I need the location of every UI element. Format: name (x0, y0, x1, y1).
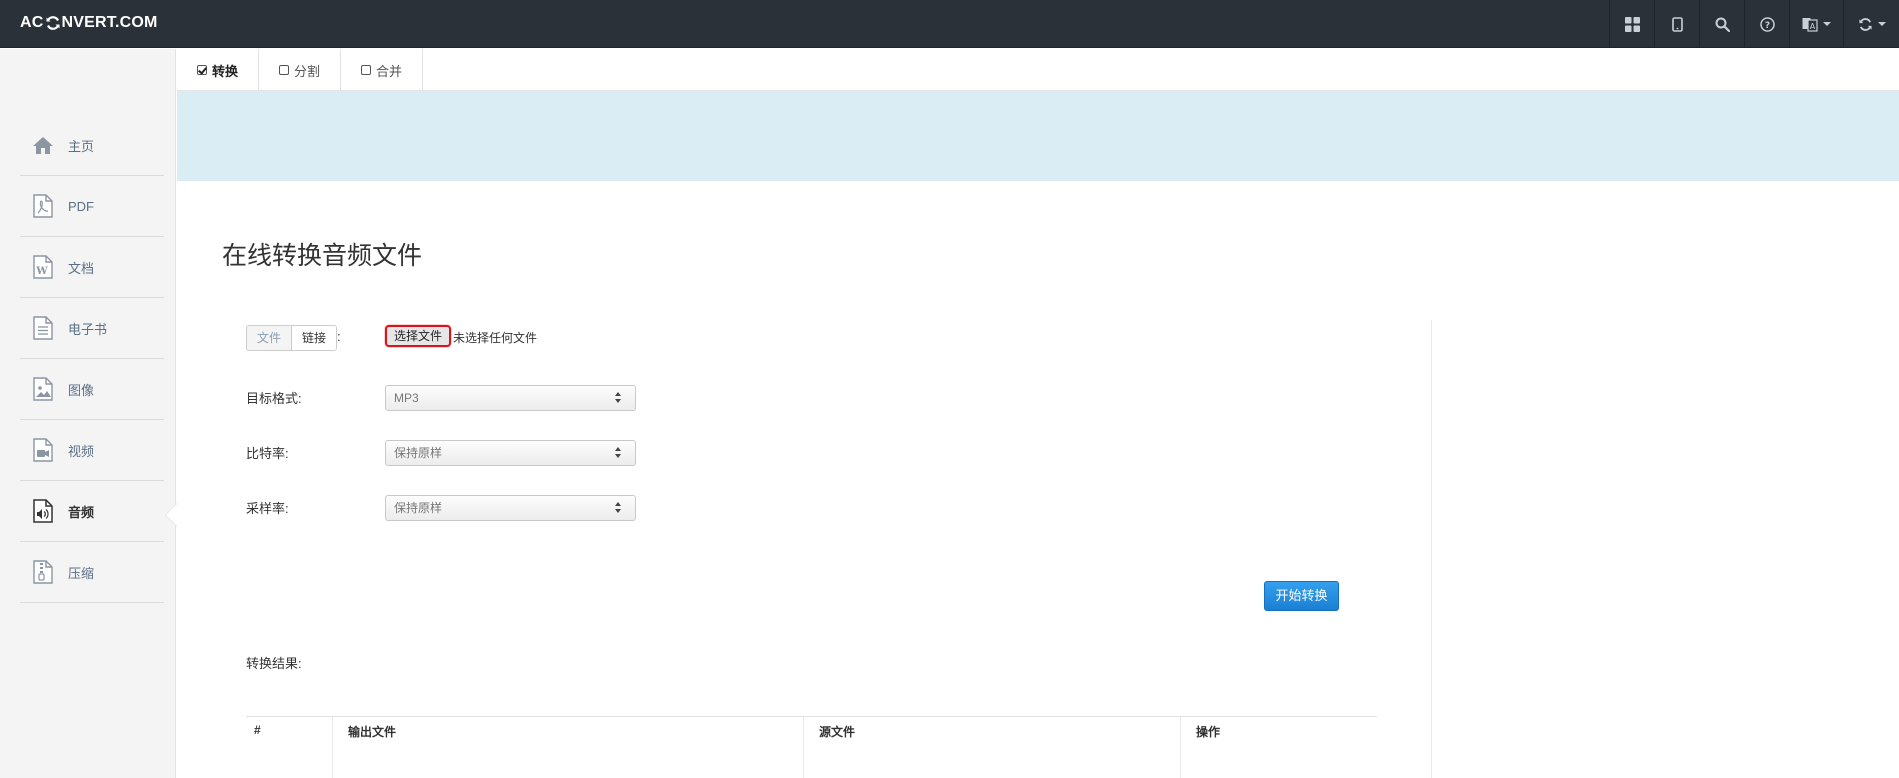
source-link-option[interactable]: 链接 (292, 326, 337, 350)
sidebar-item-audio[interactable]: 音频 (20, 481, 164, 542)
bitrate-label: 比特率: (246, 446, 289, 461)
word-file-icon: W (32, 255, 54, 279)
content-divider (1431, 320, 1432, 778)
sample-rate-label: 采样率: (246, 501, 289, 516)
language-caret-icon (1823, 22, 1831, 26)
result-label: 转换结果: (246, 656, 302, 671)
select-arrows-icon (615, 392, 621, 404)
table-header-actions: 操作 (1196, 725, 1221, 739)
source-toggle: 文件 链接 (246, 325, 338, 351)
ad-banner-area (177, 91, 1899, 181)
brand-logo[interactable]: AC NVERT.COM (20, 14, 158, 32)
help-icon[interactable]: ? (1744, 0, 1789, 48)
brand-text-left: AC (20, 14, 44, 31)
archive-file-icon (32, 560, 54, 584)
sidebar-item-ebook[interactable]: 电子书 (20, 298, 164, 359)
language-icon[interactable]: A (1789, 0, 1843, 48)
table-header-output-file: 输出文件 (348, 725, 397, 739)
active-pointer (166, 504, 177, 526)
sidebar-item-pdf[interactable]: PDF (20, 176, 164, 237)
tab-merge[interactable]: 合并 (341, 49, 424, 91)
results-table-border (246, 716, 1377, 717)
checkbox-empty-icon (279, 65, 290, 75)
table-header-index: # (254, 723, 261, 737)
pdf-file-icon (32, 194, 54, 218)
select-arrows-icon (615, 502, 621, 514)
choose-file-button[interactable]: 选择文件 (385, 325, 452, 347)
sidebar-item-archive[interactable]: 压缩 (20, 542, 164, 603)
tab-label: 合并 (376, 63, 403, 79)
audio-file-icon (32, 499, 54, 523)
sample-rate-select[interactable]: 保持原样 (385, 495, 636, 521)
sidebar-menu: 主页 PDF W 文档 电子书 图像 视频 音频 压缩 (20, 115, 164, 603)
tab-convert[interactable]: 转换 (177, 49, 260, 91)
sidebar-item-label: 图像 (68, 382, 95, 398)
tab-label: 转换 (212, 63, 239, 79)
table-header-separator (332, 717, 333, 778)
select-value: 保持原样 (394, 446, 443, 460)
sidebar-item-label: PDF (68, 198, 94, 214)
sidebar-item-label: 主页 (68, 138, 95, 154)
refresh-icon[interactable] (1843, 0, 1899, 48)
sidebar-item-label: 音频 (68, 504, 95, 520)
select-value: 保持原样 (394, 501, 443, 515)
search-icon[interactable] (1699, 0, 1744, 48)
no-file-chosen-text: 未选择任何文件 (453, 331, 538, 345)
sidebar-item-label: 电子书 (68, 321, 108, 337)
target-format-label: 目标格式: (246, 391, 302, 406)
table-header-source-file: 源文件 (819, 725, 856, 739)
tablet-icon[interactable] (1654, 0, 1699, 48)
select-arrows-icon (615, 447, 621, 459)
select-value: MP3 (394, 391, 419, 405)
source-colon: : (337, 329, 341, 344)
sidebar-item-home[interactable]: 主页 (20, 115, 164, 176)
tool-tabs: 转换 分割 合并 (177, 49, 424, 91)
checkbox-empty-icon (361, 65, 372, 75)
table-header-separator (803, 717, 804, 778)
table-header-separator (1180, 717, 1181, 778)
sidebar-item-image[interactable]: 图像 (20, 359, 164, 420)
checkbox-checked-icon (197, 65, 207, 75)
sidebar: 主页 PDF W 文档 电子书 图像 视频 音频 压缩 (0, 49, 176, 778)
svg-text:?: ? (1764, 21, 1769, 31)
image-file-icon (32, 377, 54, 401)
brand-text-right: NVERT.COM (61, 14, 158, 31)
tab-label: 分割 (294, 63, 321, 79)
sidebar-item-label: 视频 (68, 443, 95, 459)
sidebar-item-label: 压缩 (68, 565, 95, 581)
refresh-caret-icon (1877, 22, 1886, 26)
top-navbar: AC NVERT.COM ? A (0, 0, 1899, 48)
sidebar-item-video[interactable]: 视频 (20, 420, 164, 481)
sidebar-item-label: 文档 (68, 260, 95, 276)
brand-refresh-glyph (45, 15, 61, 31)
start-convert-button[interactable]: 开始转换 (1264, 581, 1339, 611)
top-icon-bar: ? A (1609, 0, 1899, 48)
source-file-option[interactable]: 文件 (247, 326, 293, 350)
tab-split[interactable]: 分割 (259, 49, 342, 91)
target-format-select[interactable]: MP3 (385, 385, 636, 411)
home-icon (32, 133, 54, 157)
svg-text:A: A (1810, 22, 1816, 31)
ebook-file-icon (32, 316, 54, 340)
video-file-icon (32, 438, 54, 462)
grid-icon[interactable] (1609, 0, 1654, 48)
svg-text:W: W (35, 266, 48, 277)
page-title: 在线转换音频文件 (222, 242, 423, 270)
sidebar-item-document[interactable]: W 文档 (20, 237, 164, 298)
bitrate-select[interactable]: 保持原样 (385, 440, 636, 466)
